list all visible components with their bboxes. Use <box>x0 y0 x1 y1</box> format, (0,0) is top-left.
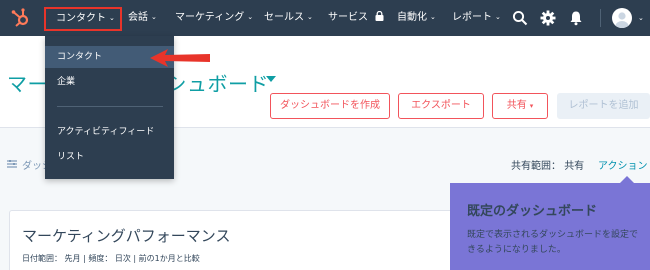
tooltip-notch <box>620 176 634 183</box>
report-card-meta: 日付範囲： 先月 | 頻度： 日次 | 前の1か月と比較 <box>22 254 200 263</box>
nav-contacts[interactable]: コンタクト ⌄ <box>44 7 122 31</box>
nav-marketing-label: マーケティング <box>175 12 245 23</box>
chevron-down-icon[interactable]: ⌄ <box>638 0 644 36</box>
nav-reports[interactable]: レポート ⌄ <box>452 0 501 36</box>
chevron-down-icon: ⌄ <box>109 14 115 22</box>
nav-marketing[interactable]: マーケティング ⌄ <box>175 0 253 36</box>
avatar-icon[interactable] <box>612 8 632 28</box>
menu-divider <box>57 106 163 107</box>
lock-icon <box>375 10 384 21</box>
share-button-label: 共有 <box>506 100 527 111</box>
top-nav: コンタクト ⌄ 会話 ⌄ マーケティング ⌄ セールス ⌄ サービス 自動化 ⌄ レポート… <box>0 0 650 36</box>
share-range-value: 共有 <box>564 161 585 172</box>
report-card-title[interactable]: マーケティングパフォーマンス <box>22 225 231 246</box>
nav-divider <box>600 9 601 27</box>
nav-sales[interactable]: セールス ⌄ <box>264 0 313 36</box>
actions-dropdown[interactable]: アクション▾ <box>598 157 650 172</box>
share-range-label: 共有範囲： <box>511 161 561 172</box>
nav-sales-label: セールス <box>264 12 304 23</box>
tooltip-body: 既定で表示されるダッシュボードを設定できるようになりました。 <box>467 230 639 255</box>
filter-icon[interactable] <box>7 160 17 168</box>
nav-conversations-label: 会話 <box>128 12 148 23</box>
chevron-down-icon: ⌄ <box>151 13 157 21</box>
chevron-down-icon: ⌄ <box>247 13 254 21</box>
chevron-down-icon: ⌄ <box>430 13 436 21</box>
tooltip-title: 既定のダッシュボード <box>467 204 598 219</box>
menu-item-activity-feed[interactable]: アクティビティフィード <box>45 121 174 143</box>
caret-down-icon: ▾ <box>529 102 534 110</box>
menu-item-lists[interactable]: リスト <box>45 146 174 168</box>
add-report-button[interactable]: レポートを追加 <box>557 93 650 119</box>
nav-automation-label: 自動化 <box>397 12 427 23</box>
nav-automation[interactable]: 自動化 ⌄ <box>397 0 436 36</box>
hubspot-logo-icon[interactable] <box>10 7 32 29</box>
nav-contacts-label: コンタクト <box>56 13 106 24</box>
menu-item-companies[interactable]: 企業 <box>45 71 174 93</box>
export-button[interactable]: エクスポート <box>398 93 484 119</box>
search-icon[interactable] <box>512 10 528 26</box>
chevron-down-icon: ⌄ <box>307 13 313 21</box>
gear-icon[interactable] <box>540 10 556 26</box>
annotation-arrow-icon <box>150 49 210 67</box>
nav-conversations[interactable]: 会話 ⌄ <box>128 0 157 36</box>
share-button[interactable]: 共有 ▾ <box>492 93 548 119</box>
bell-icon[interactable] <box>568 10 584 26</box>
nav-reports-label: レポート <box>452 12 492 23</box>
page-title-right: シュボード <box>166 72 269 96</box>
nav-service-label: サービス <box>328 12 368 23</box>
caret-down-icon[interactable] <box>266 76 276 82</box>
actions-label: アクション <box>598 161 648 172</box>
nav-service[interactable]: サービス <box>328 0 384 36</box>
create-dashboard-button[interactable]: ダッシュボードを作成 <box>270 93 390 119</box>
share-range: 共有範囲： 共有 <box>511 157 584 172</box>
chevron-down-icon: ⌄ <box>495 13 501 21</box>
